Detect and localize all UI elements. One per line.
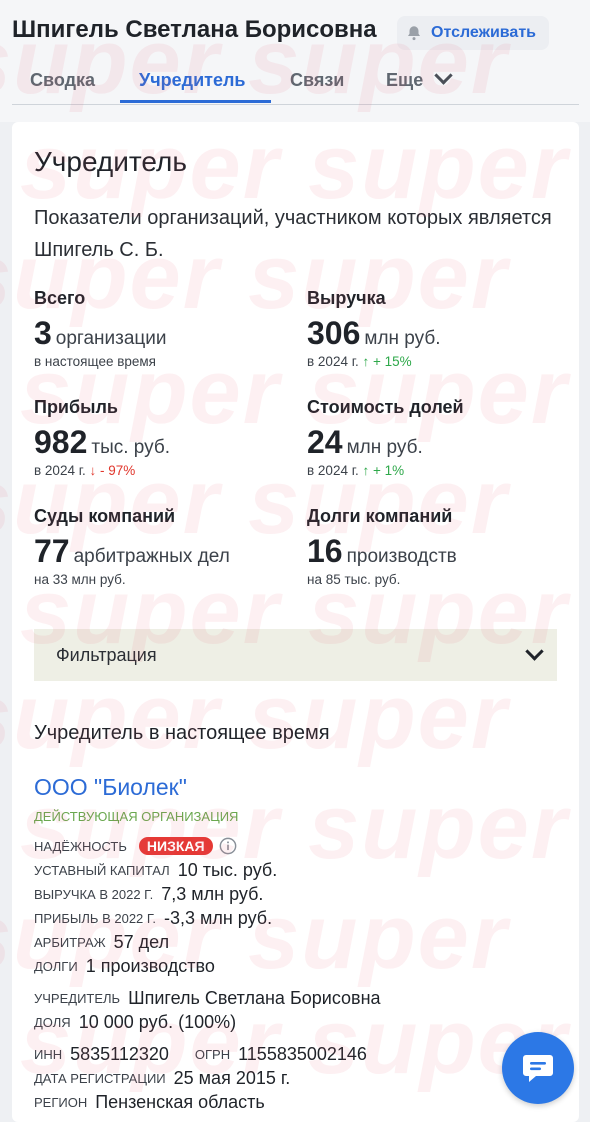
stat-sub: в настоящее время bbox=[34, 354, 156, 369]
stat-shares: Стоимость долей 24 млн руб. в 2024 г. ↑ +… bbox=[307, 397, 557, 478]
stat-revenue: Выручка 306 млн руб. в 2024 г. ↑ + 15% bbox=[307, 288, 557, 369]
current-founder-heading: Учредитель в настоящее время bbox=[34, 722, 330, 744]
tab-more[interactable]: Еще bbox=[386, 66, 453, 91]
bell-icon bbox=[408, 26, 420, 41]
stat-label: Суды компаний bbox=[34, 506, 176, 526]
ogrn-value: 1155835002146 bbox=[238, 1043, 367, 1064]
row-label: Учредитель bbox=[34, 990, 121, 1006]
inn-value: 5835112320 bbox=[70, 1043, 169, 1064]
ogrn-label: ОГРН bbox=[194, 1046, 231, 1062]
stat-change-down: ↓ - 97% bbox=[89, 463, 136, 478]
stat-label: Прибыль bbox=[34, 397, 118, 417]
org-details: Надёжность НИЗКАЯ Уставный капитал 10 тыс… bbox=[34, 834, 554, 1114]
tab-connections[interactable]: Связи bbox=[290, 70, 344, 91]
row-label: Выручка в 2022 г. bbox=[34, 886, 154, 902]
stat-year: в 2024 г. bbox=[307, 463, 359, 478]
stat-sub: на 85 тыс. руб. bbox=[307, 572, 401, 587]
stat-year: в 2024 г. bbox=[307, 354, 359, 369]
stat-unit: млн руб. bbox=[346, 437, 423, 458]
stat-sub: на 33 млн руб. bbox=[34, 572, 126, 587]
revenue-row: Выручка в 2022 г. 7,3 млн руб. bbox=[34, 882, 554, 906]
stat-unit: производств bbox=[346, 546, 457, 567]
stat-unit: арбитражных дел bbox=[73, 546, 230, 567]
tab-founder[interactable]: Учредитель bbox=[139, 70, 245, 91]
stat-unit: тыс. руб. bbox=[91, 437, 171, 458]
row-label: Уставный капитал bbox=[34, 862, 170, 878]
share-row: Доля 10 000 руб. (100%) bbox=[34, 1010, 554, 1034]
arbitrage-row: Арбитраж 57 дел bbox=[34, 930, 554, 954]
stat-value: 982 bbox=[34, 424, 88, 460]
stat-label: Долги компаний bbox=[307, 506, 453, 526]
chat-button[interactable] bbox=[502, 1032, 574, 1104]
active-tab-indicator bbox=[120, 100, 271, 103]
row-label: Доля bbox=[34, 1014, 71, 1030]
stat-value: 16 bbox=[307, 533, 343, 569]
stat-label: Стоимость долей bbox=[307, 397, 464, 417]
stat-debts: Долги компаний 16 производств на 85 тыс. … bbox=[307, 506, 557, 587]
row-value: 57 дел bbox=[113, 931, 170, 952]
info-icon[interactable] bbox=[219, 837, 237, 855]
stat-value: 3 bbox=[34, 315, 52, 351]
stat-unit: млн руб. bbox=[364, 328, 441, 349]
stat-profit: Прибыль 982 тыс. руб. в 2024 г. ↓ - 97% bbox=[34, 397, 284, 478]
stat-value: 306 bbox=[307, 315, 361, 351]
org-status: Действующая организация bbox=[34, 809, 239, 824]
reliability-badge: НИЗКАЯ bbox=[138, 837, 213, 855]
org-link[interactable]: ООО "Биолек" bbox=[34, 774, 187, 801]
chat-icon bbox=[523, 1055, 553, 1082]
reliability-row: Надёжность НИЗКАЯ bbox=[34, 834, 554, 858]
chevron-down-icon bbox=[434, 66, 453, 85]
inn-label: ИНН bbox=[34, 1046, 63, 1062]
regdate-row: Дата регистрации 25 мая 2015 г. bbox=[34, 1066, 554, 1090]
track-button[interactable]: Отслеживать bbox=[397, 16, 549, 50]
chevron-down-icon bbox=[525, 642, 544, 661]
row-value: Шпигель Светлана Борисовна bbox=[128, 987, 381, 1008]
tab-more-label: Еще bbox=[386, 70, 424, 90]
founder-row: Учредитель Шпигель Светлана Борисовна bbox=[34, 986, 554, 1010]
stat-year: в 2024 г. bbox=[34, 463, 86, 478]
row-value: 1 производство bbox=[85, 955, 215, 976]
stat-label: Выручка bbox=[307, 288, 386, 308]
row-value: 10 тыс. руб. bbox=[177, 859, 278, 880]
row-label: Арбитраж bbox=[34, 934, 106, 950]
row-label: Регион bbox=[34, 1094, 88, 1110]
region-row: Регион Пензенская область bbox=[34, 1090, 554, 1114]
row-value: Пензенская область bbox=[95, 1091, 265, 1112]
section-title: Учредитель bbox=[34, 146, 187, 177]
row-value: 10 000 руб. (100%) bbox=[78, 1011, 237, 1032]
row-value: 7,3 млн руб. bbox=[161, 883, 264, 904]
founder-card: Учредитель Показатели организаций, участ… bbox=[12, 122, 579, 1122]
stat-courts: Суды компаний 77 арбитражных дел на 33 мл… bbox=[34, 506, 284, 587]
debts-row: Долги 1 производство bbox=[34, 954, 554, 978]
profit-row: Прибыль в 2022 г. -3,3 млн руб. bbox=[34, 906, 554, 930]
stat-unit: организации bbox=[55, 328, 167, 349]
row-value: -3,3 млн руб. bbox=[163, 907, 273, 928]
stat-change-up: ↑ + 15% bbox=[362, 354, 412, 369]
tab-bar: Сводка Учредитель Связи Еще bbox=[12, 60, 579, 105]
stat-label: Всего bbox=[34, 288, 86, 308]
page-header: Шпигель Светлана Борисовна Отслеживать С… bbox=[0, 0, 590, 122]
row-value: 25 мая 2015 г. bbox=[173, 1067, 291, 1088]
track-label: Отслеживать bbox=[431, 24, 536, 41]
stat-value: 24 bbox=[307, 424, 343, 460]
stat-value: 77 bbox=[34, 533, 70, 569]
row-label: Долги bbox=[34, 958, 78, 974]
ids-row: ИНН 5835112320 ОГРН 1155835002146 bbox=[34, 1042, 554, 1066]
capital-row: Уставный капитал 10 тыс. руб. bbox=[34, 858, 554, 882]
filter-label: Фильтрация bbox=[56, 644, 157, 665]
row-label: Дата регистрации bbox=[34, 1070, 166, 1086]
section-lead: Показатели организаций, участником котор… bbox=[34, 207, 552, 261]
stat-change-up: ↑ + 1% bbox=[362, 463, 405, 478]
row-label: Прибыль в 2022 г. bbox=[34, 910, 156, 926]
row-label: Надёжность bbox=[34, 838, 127, 854]
filter-toggle[interactable]: Фильтрация bbox=[34, 629, 557, 681]
person-name: Шпигель Светлана Борисовна bbox=[12, 16, 377, 43]
tab-summary[interactable]: Сводка bbox=[30, 70, 95, 91]
stat-total: Всего 3 организации в настоящее время bbox=[34, 288, 284, 369]
